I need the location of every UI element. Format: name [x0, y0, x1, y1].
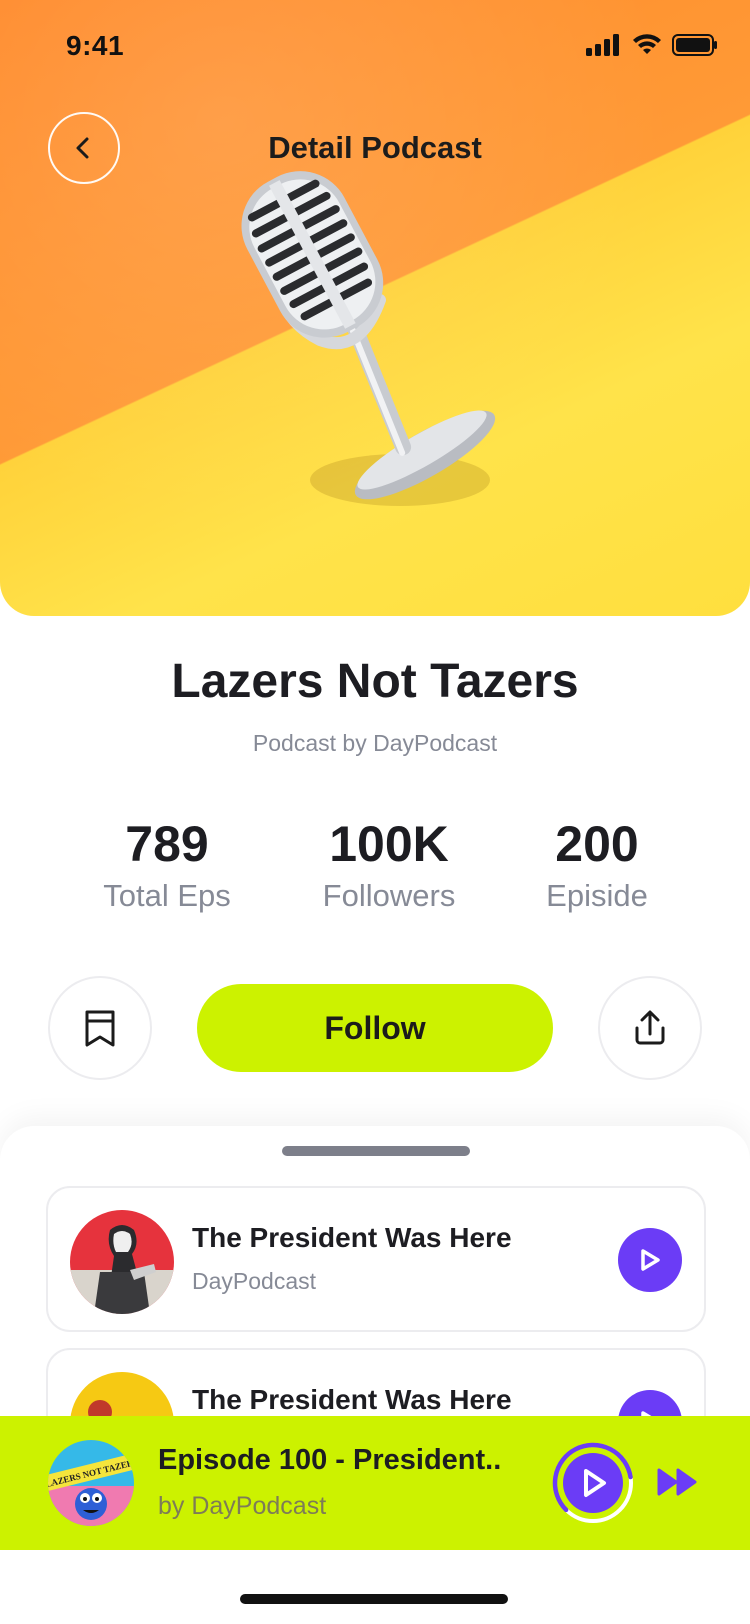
play-icon — [641, 1249, 660, 1271]
episode-title: The President Was Here — [192, 1222, 512, 1253]
episode-play-button[interactable] — [618, 1228, 682, 1292]
stat-value: 100K — [329, 816, 449, 872]
episode-card[interactable]: The President Was Here DayPodcast — [46, 1186, 706, 1332]
stat-value: 200 — [555, 816, 639, 872]
now-playing-art: LAZERS NOT TAZERS — [48, 1440, 134, 1526]
stat-episodes: 200 Episide — [497, 812, 697, 914]
bookmark-button[interactable] — [48, 976, 152, 1080]
stats-row: 789 Total Eps 100K Followers 200 Episide — [0, 812, 750, 922]
battery-icon — [672, 34, 717, 56]
stat-total-eps: 789 Total Eps — [67, 812, 267, 914]
now-playing-author: by DayPodcast — [158, 1492, 327, 1520]
microphone-illustration — [241, 171, 496, 506]
status-bar: 9:41 — [0, 0, 750, 96]
bookmark-icon — [85, 1010, 115, 1047]
stat-value: 789 — [125, 816, 209, 872]
episode-title: The President Was Here — [192, 1384, 512, 1415]
sheet-grabber[interactable] — [282, 1146, 470, 1156]
stat-label: Total Eps — [103, 878, 231, 913]
share-button[interactable] — [598, 976, 702, 1080]
mini-player[interactable]: LAZERS NOT TAZERS Episode 100 - Presiden… — [0, 1416, 750, 1550]
skip-forward-icon[interactable] — [656, 1462, 700, 1502]
status-icons — [586, 34, 718, 56]
status-time: 9:41 — [66, 30, 125, 61]
page-title: Detail Podcast — [268, 130, 482, 165]
now-playing-title: Episode 100 - President.. — [158, 1444, 502, 1476]
stat-label: Episide — [546, 878, 648, 913]
episode-author: DayPodcast — [192, 1268, 317, 1294]
follow-button[interactable]: Follow — [197, 984, 553, 1072]
home-indicator[interactable] — [240, 1594, 508, 1604]
episode-thumbnail — [70, 1210, 174, 1314]
signal-icon — [586, 34, 619, 56]
wifi-icon — [633, 34, 661, 54]
share-icon — [635, 1010, 665, 1045]
stat-label: Followers — [322, 878, 456, 913]
stat-followers: 100K Followers — [289, 812, 489, 914]
podcast-subtitle: Podcast by DayPodcast — [252, 730, 498, 756]
podcast-title: Lazers Not Tazers — [171, 655, 579, 708]
mini-play-button[interactable] — [552, 1442, 634, 1524]
